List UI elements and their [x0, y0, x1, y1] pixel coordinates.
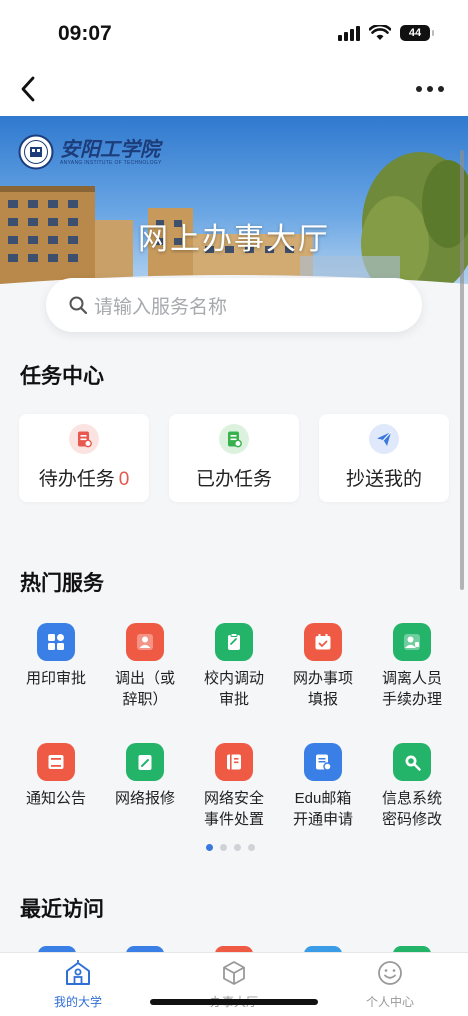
- recent-title: 最近访问: [20, 898, 104, 921]
- hot-services-title: 热门服务: [20, 572, 104, 595]
- service-label: 网络安全 事件处置: [203, 790, 264, 828]
- back-icon[interactable]: [14, 74, 44, 104]
- calendar-icon: [304, 623, 342, 661]
- service-label: 调离人员 手续办理: [381, 670, 442, 708]
- cube-icon: [223, 961, 245, 985]
- search-placeholder: 请输入服务名称: [94, 296, 228, 318]
- banner-title: 网上办事大厅: [138, 223, 330, 256]
- service-label: 网办事项 填报: [292, 670, 353, 708]
- doc-icon: [69, 424, 99, 454]
- task-label-pending: 待办任务 0: [38, 469, 130, 490]
- more-options-icon[interactable]: [414, 76, 446, 102]
- task-card-pending[interactable]: 待办任务 0: [19, 414, 149, 502]
- banner: 安阳工学院 ANYANG INSTITUTE OF TECHNOLOGY 网上办…: [0, 116, 468, 292]
- edit-icon: [126, 743, 164, 781]
- person-icon: [126, 623, 164, 661]
- service-label: 校内调动 审批: [203, 670, 264, 708]
- service-departure-procedure[interactable]: 调离人员 手续办理: [367, 623, 457, 710]
- service-notice[interactable]: 通知公告: [11, 743, 101, 809]
- service-label: 通知公告: [25, 790, 86, 807]
- service-internal-transfer[interactable]: 校内调动 审批: [189, 623, 279, 710]
- status-bar: 09:07 44: [0, 0, 468, 62]
- service-network-repair[interactable]: 网络报修: [100, 743, 190, 809]
- service-seal-approval[interactable]: 用印审批: [11, 623, 101, 689]
- university-icon: [66, 960, 90, 985]
- tab-label: 我的大学: [53, 995, 102, 1009]
- tab-personal-center[interactable]: 个人中心: [335, 959, 445, 1010]
- notice-icon: [37, 743, 75, 781]
- search-doc-icon: [393, 743, 431, 781]
- university-seal-icon: [18, 134, 54, 170]
- task-label-done: 已办任务: [195, 469, 272, 490]
- service-label: 网络报修: [114, 790, 175, 807]
- task-center-title: 任务中心: [20, 365, 104, 388]
- service-password-change[interactable]: 信息系统 密码修改: [367, 743, 457, 830]
- cellular-signal-icon: [338, 25, 360, 41]
- service-online-report[interactable]: 网办事项 填报: [278, 623, 368, 710]
- search-input[interactable]: 请输入服务名称: [46, 278, 422, 332]
- page-dot[interactable]: [220, 844, 227, 851]
- clipboard-icon: [215, 623, 253, 661]
- doc-check-icon: [219, 424, 249, 454]
- book-icon: [215, 743, 253, 781]
- wifi-icon: [369, 25, 391, 40]
- service-label: 信息系统 密码修改: [381, 790, 442, 828]
- university-logo: 安阳工学院 ANYANG INSTITUTE OF TECHNOLOGY: [18, 134, 162, 170]
- person-badge-icon: [393, 623, 431, 661]
- service-label: Edu邮箱 开通申请: [292, 790, 353, 828]
- service-label: 调出（或 辞职）: [114, 670, 175, 708]
- service-transfer-out[interactable]: 调出（或 辞职）: [100, 623, 190, 710]
- tab-label: 个人中心: [365, 995, 414, 1009]
- grid-icon: [37, 623, 75, 661]
- paper-plane-icon: [369, 424, 399, 454]
- nav-bar: [0, 62, 468, 116]
- task-label-cc: 抄送我的: [345, 469, 422, 490]
- logo-chinese-name: 安阳工学院: [60, 137, 160, 161]
- smile-icon: [378, 961, 402, 985]
- battery-icon: 44: [400, 25, 434, 41]
- page-dot[interactable]: [234, 844, 241, 851]
- scrollbar[interactable]: [460, 150, 464, 590]
- tab-bar: 我的大学 办事大厅 个人中心: [0, 952, 468, 1016]
- mail-icon: [304, 743, 342, 781]
- service-security-incident[interactable]: 网络安全 事件处置: [189, 743, 279, 830]
- task-card-done[interactable]: 已办任务: [169, 414, 299, 502]
- home-indicator[interactable]: [150, 999, 318, 1005]
- pending-count: 0: [118, 469, 130, 490]
- page-dot[interactable]: [248, 844, 255, 851]
- task-card-cc[interactable]: 抄送我的: [319, 414, 449, 502]
- logo-english-name: ANYANG INSTITUTE OF TECHNOLOGY: [60, 160, 162, 166]
- service-edu-mail[interactable]: Edu邮箱 开通申请: [278, 743, 368, 830]
- status-icons: 44: [338, 25, 434, 41]
- service-label: 用印审批: [25, 670, 86, 687]
- page-indicator[interactable]: [206, 844, 255, 851]
- search-icon: [69, 296, 88, 315]
- page-dot[interactable]: [206, 844, 213, 851]
- tab-my-university[interactable]: 我的大学: [23, 959, 133, 1010]
- status-time: 09:07: [58, 22, 112, 45]
